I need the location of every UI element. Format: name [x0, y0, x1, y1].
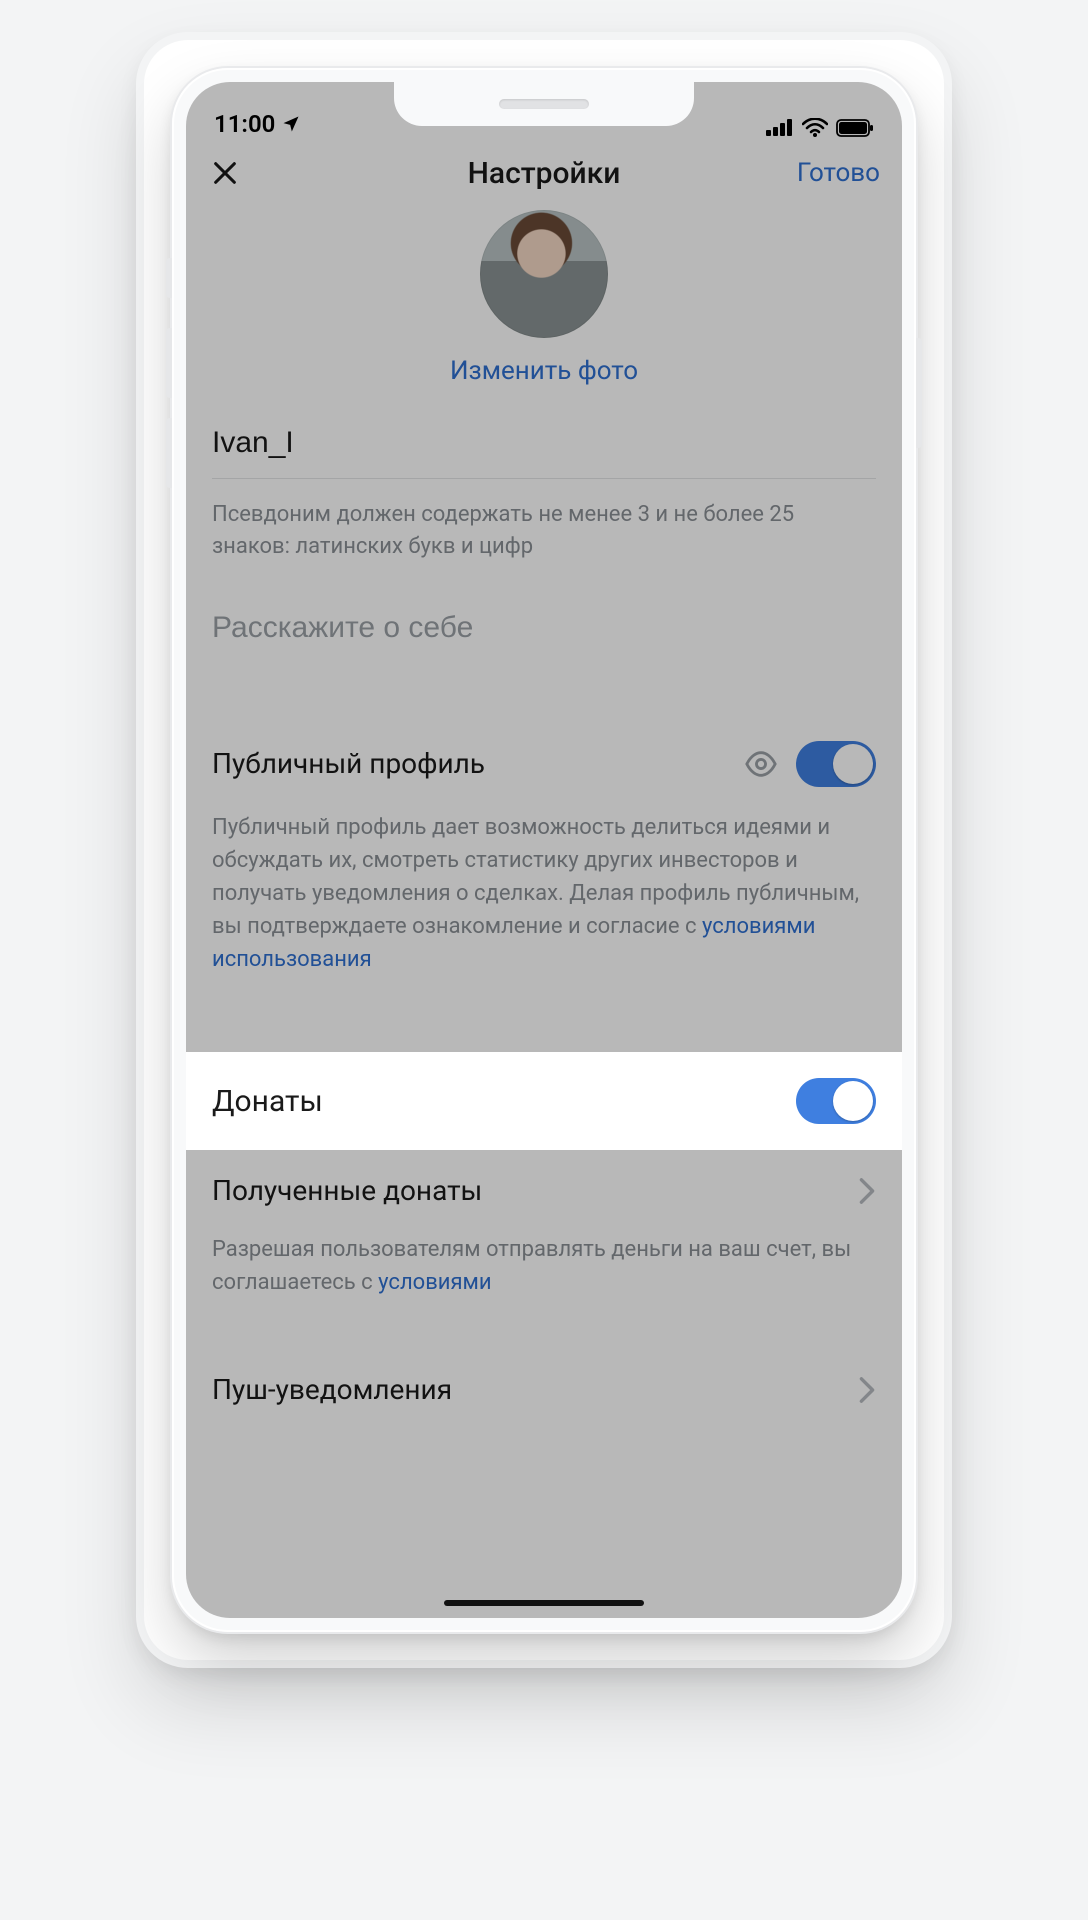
username-section: Псевдоним должен содержать не менее 3 и …	[186, 392, 902, 671]
received-donations-label: Полученные донаты	[212, 1174, 482, 1207]
received-donations-row[interactable]: Полученные донаты	[186, 1150, 902, 1231]
username-help-text: Псевдоним должен содержать не менее 3 и …	[212, 479, 876, 571]
done-button[interactable]: Готово	[797, 158, 880, 188]
cellular-signal-icon	[766, 119, 794, 137]
donations-label: Донаты	[212, 1084, 323, 1119]
close-button[interactable]	[208, 156, 242, 190]
avatar-section: Изменить фото	[186, 200, 902, 392]
eye-icon	[744, 747, 778, 781]
status-right	[766, 118, 874, 138]
change-photo-button[interactable]: Изменить фото	[450, 356, 638, 386]
donations-toggle[interactable]	[796, 1078, 876, 1124]
wifi-icon	[802, 118, 828, 138]
push-notifications-label: Пуш-уведомления	[212, 1373, 452, 1406]
public-profile-row: Публичный профиль	[186, 719, 902, 809]
device-side-button	[166, 328, 172, 398]
status-time: 11:00	[214, 110, 275, 138]
close-icon	[211, 159, 239, 187]
donations-consent-link[interactable]: условиями	[378, 1270, 491, 1295]
below-highlight: Полученные донаты Разрешая пользователям…	[186, 1150, 902, 1430]
location-arrow-icon	[281, 114, 301, 134]
avatar[interactable]	[480, 210, 608, 338]
nav-bar: Настройки Готово	[186, 142, 902, 200]
home-indicator	[444, 1600, 644, 1606]
page-frame: 11:00	[144, 40, 944, 1660]
device-side-button	[166, 258, 172, 298]
public-profile-label: Публичный профиль	[212, 747, 485, 780]
push-notifications-row[interactable]: Пуш-уведомления	[186, 1349, 902, 1430]
donations-consent-prefix: Разрешая пользователям отправлять деньги…	[212, 1237, 851, 1295]
device-side-button	[166, 418, 172, 488]
page-title: Настройки	[186, 156, 902, 191]
device-speaker	[499, 99, 589, 109]
status-left: 11:00	[214, 110, 301, 138]
battery-icon	[836, 119, 874, 137]
public-profile-description: Публичный профиль дает возможность делит…	[186, 809, 902, 998]
chevron-right-icon	[858, 1376, 876, 1404]
public-profile-toggle[interactable]	[796, 741, 876, 787]
chevron-right-icon	[858, 1177, 876, 1205]
donations-row: Донаты	[186, 1052, 902, 1150]
username-input[interactable]	[212, 392, 876, 479]
about-input[interactable]	[212, 571, 876, 671]
device-side-button	[916, 338, 922, 448]
donations-consent-text: Разрешая пользователям отправлять деньги…	[186, 1231, 902, 1321]
screen: 11:00	[186, 82, 902, 1618]
device-notch	[394, 82, 694, 126]
device-mockup: 11:00	[172, 68, 916, 1632]
